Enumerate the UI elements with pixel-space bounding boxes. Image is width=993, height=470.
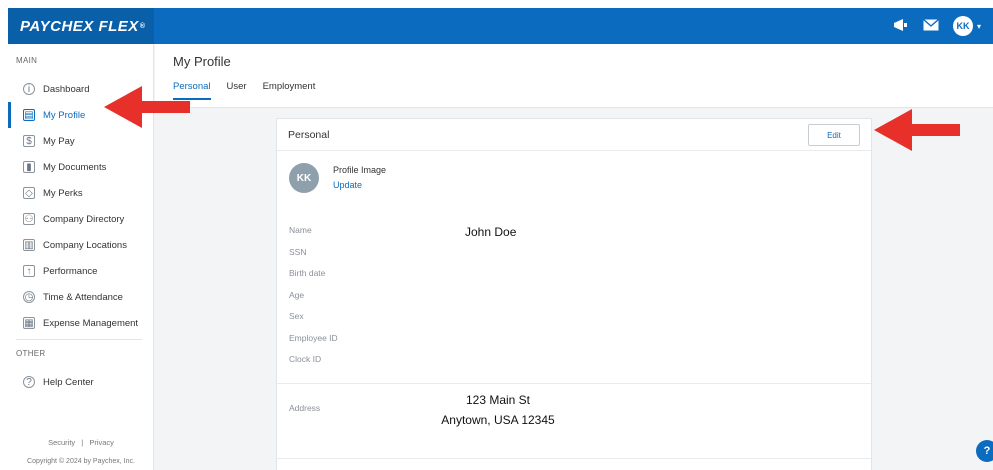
- personal-card: Personal Edit KK Profile Image Update Na…: [276, 118, 872, 470]
- footer-links: Security | Privacy: [8, 438, 154, 447]
- user-avatar[interactable]: KK: [952, 16, 973, 36]
- footer-separator: |: [81, 438, 84, 447]
- sidebar-item-expense-management[interactable]: ▦ Expense Management: [8, 310, 154, 336]
- security-link[interactable]: Security: [48, 438, 75, 447]
- sidebar-item-label: Company Directory: [43, 213, 125, 225]
- field-label-employee-id: Employee ID: [289, 332, 338, 343]
- sidebar-item-label: Company Locations: [43, 239, 127, 251]
- mail-icon[interactable]: [923, 18, 939, 34]
- section-divider: [277, 383, 871, 384]
- sidebar-item-label: My Pay: [43, 135, 75, 147]
- tab-employment[interactable]: Employment: [263, 81, 316, 100]
- copyright: Copyright © 2024 by Paychex, Inc.: [27, 458, 135, 465]
- sidebar-item-time-attendance[interactable]: ◷ Time & Attendance: [8, 284, 154, 310]
- topbar-actions: KK ▾: [893, 8, 981, 44]
- field-label-clock-id: Clock ID: [289, 354, 322, 364]
- card-title: Personal: [288, 129, 330, 141]
- sidebar-heading-main: MAIN: [16, 56, 38, 65]
- sidebar-divider: [16, 339, 142, 340]
- sidebar-item-label: Dashboard: [43, 83, 90, 95]
- field-label-sex: Sex: [289, 311, 304, 321]
- sidebar-item-label: Help Center: [43, 376, 94, 388]
- sidebar-heading-other: OTHER: [16, 349, 46, 358]
- people-icon: ⚇: [23, 213, 35, 225]
- pay-icon: $: [23, 135, 35, 147]
- sidebar-item-my-documents[interactable]: ▮ My Documents: [8, 154, 154, 180]
- help-fab-button[interactable]: ?: [976, 440, 993, 462]
- edit-button[interactable]: Edit: [808, 124, 860, 146]
- name-value: John Doe: [465, 225, 517, 239]
- page-header: My Profile Personal User Employment: [155, 44, 993, 108]
- sidebar-item-performance[interactable]: ↑ Performance: [8, 258, 154, 284]
- brand-trademark: ®: [139, 22, 146, 30]
- clock-icon: ◷: [23, 291, 35, 303]
- sidebar-item-label: Performance: [43, 265, 98, 277]
- address-line-2: Anytown, USA 12345: [441, 413, 555, 427]
- top-bar: PAYCHEX FLEX ® KK ▾: [8, 8, 993, 44]
- update-link[interactable]: Update: [333, 180, 362, 190]
- field-label-age: Age: [289, 289, 305, 300]
- brand-area[interactable]: PAYCHEX FLEX ®: [8, 8, 154, 44]
- profile-avatar: KK: [289, 163, 319, 193]
- sidebar-item-my-pay[interactable]: $ My Pay: [8, 128, 154, 154]
- tab-user[interactable]: User: [227, 81, 247, 100]
- sidebar-item-company-locations[interactable]: ▥ Company Locations: [8, 232, 154, 258]
- app-window: PAYCHEX FLEX ® KK ▾ MAIN i Dashboard ▤ M…: [8, 8, 993, 470]
- section-divider: [277, 458, 871, 459]
- sidebar-item-label: My Perks: [43, 187, 83, 199]
- sidebar-item-company-directory[interactable]: ⚇ Company Directory: [8, 206, 154, 232]
- sidebar-item-label: Time & Attendance: [43, 291, 123, 303]
- field-label-birth-date: Birth date: [289, 268, 326, 278]
- chevron-down-icon[interactable]: ▾: [977, 22, 981, 31]
- sidebar-item-label: My Documents: [43, 161, 107, 173]
- tab-bar: Personal User Employment: [173, 81, 315, 100]
- question-icon: ?: [23, 376, 35, 388]
- expense-icon: ▦: [23, 317, 35, 329]
- sidebar-item-my-perks[interactable]: ◇ My Perks: [8, 180, 154, 206]
- performance-icon: ↑: [23, 265, 35, 277]
- privacy-link[interactable]: Privacy: [89, 438, 114, 447]
- card-header: Personal Edit: [277, 119, 871, 151]
- field-list: Name SSN Birth date Age Sex Employee ID …: [289, 225, 338, 376]
- id-card-icon: ▤: [23, 109, 35, 121]
- building-icon: ▥: [23, 239, 35, 251]
- left-arrow-annotation-icon: [104, 86, 190, 128]
- field-label-name: Name: [289, 225, 312, 235]
- page-title: My Profile: [173, 54, 231, 69]
- documents-icon: ▮: [23, 161, 35, 173]
- megaphone-icon[interactable]: [893, 18, 909, 35]
- info-icon: i: [23, 83, 35, 95]
- profile-image-label: Profile Image: [333, 165, 387, 175]
- sidebar-item-label: Expense Management: [43, 317, 139, 329]
- sidebar-item-label: My Profile: [43, 109, 86, 121]
- tag-icon: ◇: [23, 187, 35, 199]
- sidebar-item-help-center[interactable]: ? Help Center: [8, 369, 154, 395]
- address-line-1: 123 Main St: [465, 393, 531, 407]
- brand-logo: PAYCHEX FLEX: [20, 17, 139, 35]
- field-label-ssn: SSN: [289, 246, 307, 257]
- left-arrow-annotation-icon: [874, 109, 960, 151]
